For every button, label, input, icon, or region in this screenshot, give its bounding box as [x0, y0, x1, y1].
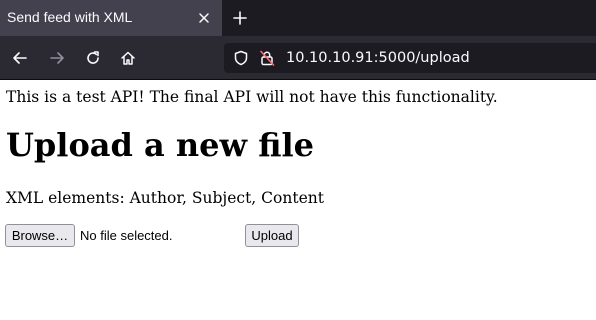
page-content: This is a test API! The final API will n… [0, 80, 596, 320]
arrow-left-icon[interactable] [12, 50, 28, 66]
url-bar[interactable]: 10.10.10.91:5000/upload [224, 43, 596, 73]
api-notice: This is a test API! The final API will n… [6, 88, 498, 106]
file-status-text: No file selected. [80, 228, 173, 243]
page-title: Upload a new file [6, 126, 314, 164]
browse-button[interactable]: Browse… [5, 224, 75, 247]
xml-elements-text: XML elements: Author, Subject, Content [6, 189, 324, 207]
close-icon[interactable] [196, 10, 212, 26]
upload-button[interactable]: Upload [245, 224, 299, 247]
insecure-lock-icon[interactable] [259, 50, 275, 66]
navigation-toolbar: 10.10.10.91:5000/upload [0, 36, 596, 80]
tab-active[interactable]: Send feed with XML [0, 0, 222, 36]
tab-title: Send feed with XML [7, 9, 133, 25]
shield-icon[interactable] [233, 50, 249, 66]
reload-icon[interactable] [85, 50, 101, 66]
home-icon[interactable] [120, 50, 136, 66]
url-text[interactable]: 10.10.10.91:5000/upload [286, 50, 470, 66]
plus-icon[interactable] [232, 10, 248, 26]
tab-strip: Send feed with XML [0, 0, 596, 36]
arrow-right-icon[interactable] [49, 50, 65, 66]
